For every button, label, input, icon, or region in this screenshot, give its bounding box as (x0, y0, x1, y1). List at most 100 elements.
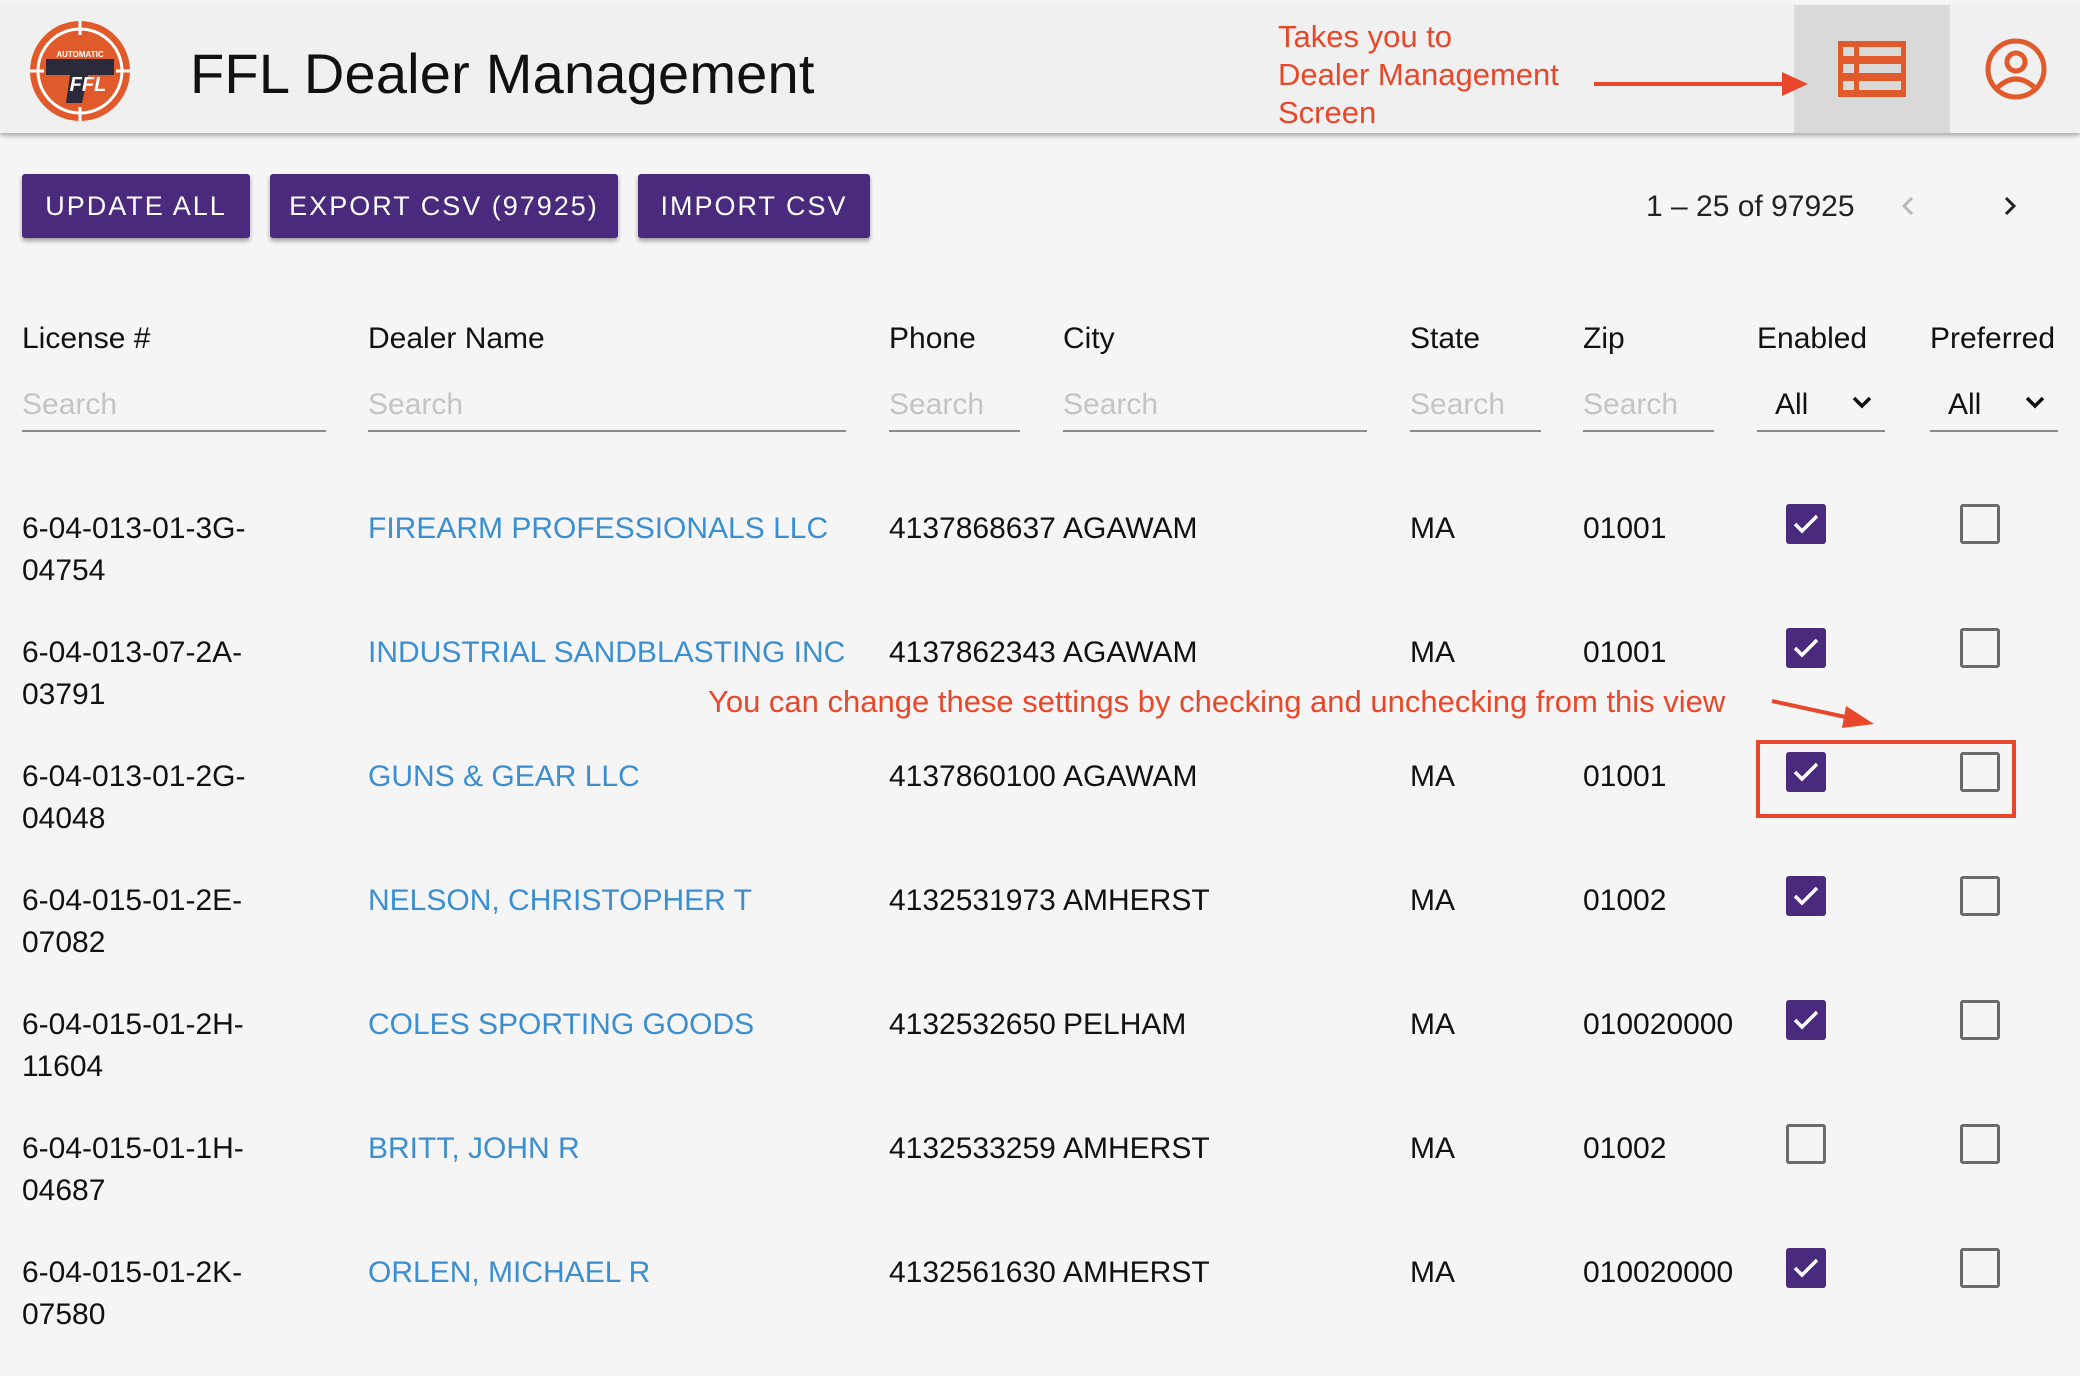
license-cell: 6-04-015-01-1H- 04687 (22, 1132, 244, 1207)
city-cell: AMHERST (1063, 884, 1210, 917)
paginator-range-label: 1 – 25 of 97925 (1646, 190, 1855, 223)
enabled-checkbox[interactable] (1786, 876, 1826, 916)
check-icon (1793, 762, 1819, 782)
dealer-name-link[interactable]: COLES SPORTING GOODS (368, 1004, 754, 1046)
license-cell: 6-04-015-01-2H- 11604 (22, 1008, 244, 1083)
enabled-checkbox[interactable] (1786, 1124, 1826, 1164)
preferred-checkbox[interactable] (1960, 752, 2000, 792)
check-icon (1793, 1258, 1819, 1278)
state-cell: MA (1410, 636, 1455, 669)
phone-cell: 4137860100 (889, 760, 1056, 793)
annotation-dealer-management: Takes you to Dealer Management Screen (1278, 19, 1559, 130)
dealer-name-link[interactable]: BRITT, JOHN R (368, 1128, 580, 1170)
column-header-phone[interactable]: Phone (889, 322, 976, 356)
city-cell: AGAWAM (1063, 636, 1198, 669)
column-header-dealer-name[interactable]: Dealer Name (368, 322, 545, 356)
city-cell: AGAWAM (1063, 760, 1198, 793)
enabled-checkbox[interactable] (1786, 1000, 1826, 1040)
dealer-name-link[interactable]: GUNS & GEAR LLC (368, 756, 640, 798)
state-search-input[interactable] (1410, 380, 1541, 432)
column-header-city[interactable]: City (1063, 322, 1115, 356)
license-cell: 6-04-015-01-2E- 07082 (22, 884, 243, 959)
city-cell: AGAWAM (1063, 512, 1198, 545)
license-cell: 6-04-013-07-2A- 03791 (22, 636, 243, 711)
check-icon (1793, 638, 1819, 658)
svg-text:FFL: FFL (70, 74, 107, 96)
table-row: 6-04-015-01-2K- 07580 ORLEN, MICHAEL R 4132… (0, 1248, 2080, 1376)
license-cell: 6-04-013-01-3G- 04754 (22, 512, 246, 587)
zip-search-input[interactable] (1583, 380, 1714, 432)
column-header-zip[interactable]: Zip (1583, 322, 1625, 356)
table-row: 6-04-015-01-2E- 07082 NELSON, CHRISTOPHER … (0, 876, 2080, 1004)
phone-cell: 4132561630 (889, 1256, 1056, 1289)
city-search-input[interactable] (1063, 380, 1367, 432)
zip-cell: 01002 (1583, 1132, 1667, 1165)
license-search-input[interactable] (22, 380, 326, 432)
preferred-checkbox[interactable] (1960, 1000, 2000, 1040)
preferred-filter-select[interactable]: All (1930, 380, 2058, 432)
dealer-name-search-input[interactable] (368, 380, 846, 432)
state-cell: MA (1410, 1256, 1455, 1289)
preferred-checkbox[interactable] (1960, 1248, 2000, 1288)
column-header-enabled[interactable]: Enabled (1757, 322, 1867, 356)
city-cell: AMHERST (1063, 1256, 1210, 1289)
chevron-right-icon (2004, 196, 2017, 216)
chevron-down-icon (2025, 396, 2045, 409)
previous-page-button[interactable] (1888, 186, 1928, 226)
account-circle-icon (1985, 38, 2047, 100)
zip-cell: 01001 (1583, 760, 1667, 793)
preferred-checkbox[interactable] (1960, 1124, 2000, 1164)
column-header-preferred[interactable]: Preferred (1930, 322, 2055, 356)
check-icon (1793, 514, 1819, 534)
enabled-checkbox[interactable] (1786, 752, 1826, 792)
enabled-checkbox[interactable] (1786, 628, 1826, 668)
account-button[interactable] (1960, 5, 2072, 133)
license-cell: 6-04-013-01-2G- 04048 (22, 760, 246, 835)
export-csv-button[interactable]: EXPORT CSV (97925) (270, 174, 618, 238)
zip-cell: 010020000 (1583, 1256, 1734, 1289)
state-cell: MA (1410, 1132, 1455, 1165)
preferred-checkbox[interactable] (1960, 628, 2000, 668)
import-csv-button[interactable]: IMPORT CSV (638, 174, 870, 238)
table-row: 6-04-015-01-1H- 04687 BRITT, JOHN R 4132533… (0, 1124, 2080, 1252)
ffl-logo[interactable]: AUTOMATIC FFL (28, 19, 132, 123)
enabled-filter-select[interactable]: All (1757, 380, 1885, 432)
city-cell: AMHERST (1063, 1132, 1210, 1165)
dealer-name-link[interactable]: INDUSTRIAL SANDBLASTING INC (368, 632, 845, 674)
check-icon (1793, 886, 1819, 906)
app-bar: AUTOMATIC FFL FFL Dealer Management (0, 5, 2080, 133)
svg-text:AUTOMATIC: AUTOMATIC (56, 50, 103, 59)
state-cell: MA (1410, 1008, 1455, 1041)
zip-cell: 01001 (1583, 636, 1667, 669)
preferred-checkbox[interactable] (1960, 504, 2000, 544)
state-cell: MA (1410, 512, 1455, 545)
chevron-left-icon (1901, 196, 1914, 216)
zip-cell: 01002 (1583, 884, 1667, 917)
phone-cell: 4137868637 (889, 512, 1056, 545)
check-icon (1793, 1010, 1819, 1030)
city-cell: PELHAM (1063, 1008, 1187, 1041)
list-icon (1838, 41, 1906, 97)
column-header-license[interactable]: License # (22, 322, 150, 356)
enabled-checkbox[interactable] (1786, 1248, 1826, 1288)
license-cell: 6-04-015-01-2K- 07580 (22, 1256, 243, 1331)
phone-cell: 4132531973 (889, 884, 1056, 917)
preferred-filter-value: All (1948, 388, 1982, 421)
update-all-button[interactable]: UPDATE ALL (22, 174, 250, 238)
preferred-checkbox[interactable] (1960, 876, 2000, 916)
next-page-button[interactable] (1990, 186, 2030, 226)
enabled-filter-value: All (1775, 388, 1809, 421)
dealer-name-link[interactable]: FIREARM PROFESSIONALS LLC (368, 508, 828, 550)
dealer-name-link[interactable]: NELSON, CHRISTOPHER T (368, 880, 752, 922)
dealer-management-button[interactable] (1794, 5, 1950, 133)
table-row: 6-04-013-01-2G- 04048 GUNS & GEAR LLC 41378… (0, 752, 2080, 880)
state-cell: MA (1410, 884, 1455, 917)
phone-search-input[interactable] (889, 380, 1020, 432)
zip-cell: 01001 (1583, 512, 1667, 545)
table-row: 6-04-013-07-2A- 03791 INDUSTRIAL SANDBLAST… (0, 628, 2080, 756)
app-title: FFL Dealer Management (190, 42, 815, 105)
enabled-checkbox[interactable] (1786, 504, 1826, 544)
dealer-name-link[interactable]: ORLEN, MICHAEL R (368, 1252, 650, 1294)
table-row: 6-04-013-01-3G- 04754 FIREARM PROFESSIONAL… (0, 504, 2080, 632)
column-header-state[interactable]: State (1410, 322, 1480, 356)
